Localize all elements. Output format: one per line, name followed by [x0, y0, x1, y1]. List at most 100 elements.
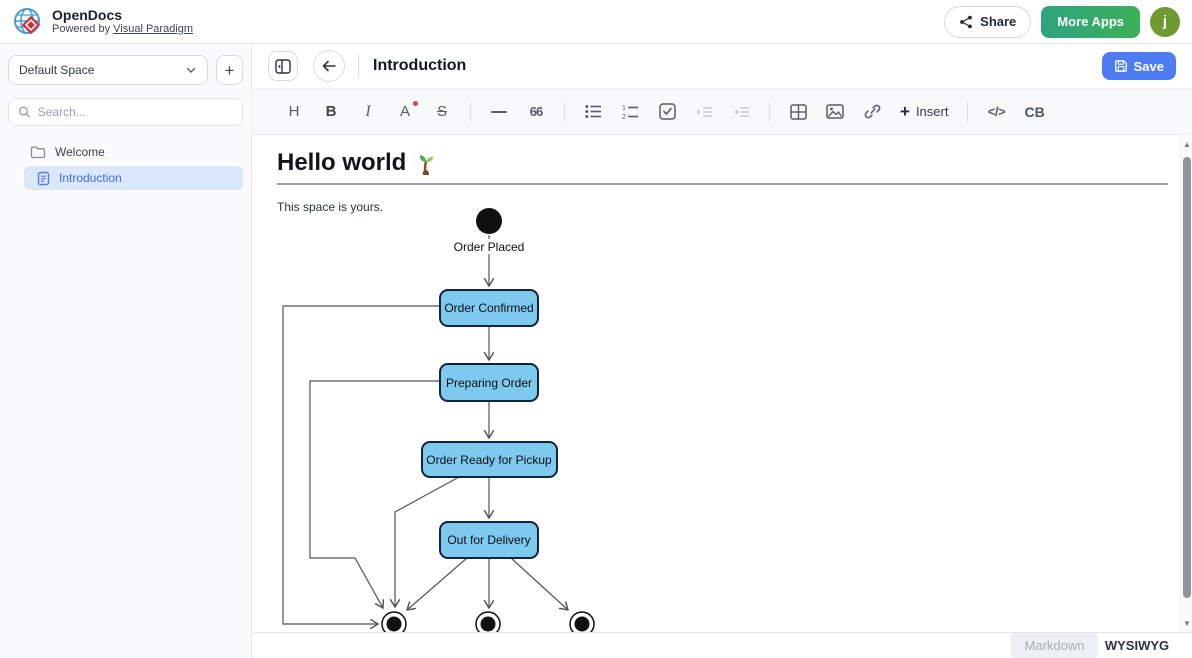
insert-button[interactable]: + Insert — [900, 102, 948, 122]
plus-icon: + — [900, 103, 910, 120]
state-diagram[interactable]: Order Placed Order Confirmed Preparing O… — [253, 205, 953, 632]
state-out-for-delivery[interactable]: Out for Delivery — [440, 522, 538, 558]
code-block-button[interactable]: CB — [1024, 102, 1044, 122]
svg-text:Preparing Order: Preparing Order — [446, 376, 532, 390]
indent-button — [695, 102, 713, 122]
outdent-icon — [733, 105, 750, 119]
toolbar-divider — [470, 102, 471, 122]
initial-state[interactable] — [476, 208, 502, 234]
visual-paradigm-logo-icon — [12, 6, 44, 38]
heading-rule — [277, 183, 1168, 185]
final-state-middle[interactable] — [476, 612, 500, 632]
font-color-button[interactable]: A — [396, 102, 414, 122]
save-button[interactable]: Save — [1102, 52, 1176, 80]
tree-item-introduction[interactable]: Introduction — [24, 166, 243, 190]
insert-label: Insert — [916, 104, 949, 119]
state-preparing-order[interactable]: Preparing Order — [440, 364, 538, 401]
initial-transition-label: Order Placed — [454, 240, 525, 254]
user-avatar[interactable]: j — [1150, 7, 1180, 37]
more-apps-button[interactable]: More Apps — [1041, 6, 1140, 38]
content-heading: Hello world — [277, 149, 1168, 177]
tree-item-label: Introduction — [59, 171, 122, 185]
main-panel: Introduction Save H B I A S 66 — [253, 44, 1192, 658]
state-order-ready-for-pickup[interactable]: Order Ready for Pickup — [422, 442, 557, 477]
share-icon — [959, 15, 973, 29]
document-header: Introduction Save — [253, 44, 1192, 88]
inline-code-button[interactable]: </> — [987, 102, 1005, 122]
table-icon — [790, 104, 807, 120]
task-list-button[interactable] — [658, 102, 676, 122]
toolbar-divider — [769, 102, 770, 122]
bullet-list-button[interactable] — [584, 102, 602, 122]
horizontal-rule-icon — [491, 111, 507, 113]
back-arrow-icon — [321, 59, 337, 73]
image-button[interactable] — [826, 102, 844, 122]
space-selector-value: Default Space — [19, 63, 94, 77]
svg-text:Order Confirmed: Order Confirmed — [444, 301, 533, 315]
final-state-right[interactable] — [570, 612, 594, 632]
table-button[interactable] — [789, 102, 807, 122]
scroll-up-arrow[interactable]: ▲ — [1181, 137, 1192, 151]
outdent-button — [732, 102, 750, 122]
edge-preparing-loop-to-final — [310, 381, 440, 608]
edge-out-to-final-right — [511, 558, 568, 610]
edge-out-to-final-left — [407, 558, 467, 610]
header-divider — [358, 54, 359, 78]
folder-icon — [30, 145, 46, 159]
bullet-list-icon — [585, 104, 602, 119]
tree-folder-welcome[interactable]: Welcome — [0, 142, 251, 162]
task-list-icon — [659, 103, 676, 120]
image-icon — [826, 104, 844, 119]
formatting-toolbar: H B I A S 66 1 2 — [253, 88, 1192, 135]
app-window: OpenDocs Powered by Visual Paradigm Shar… — [0, 0, 1192, 658]
editor-content[interactable]: Hello world This space is yours. — [253, 135, 1192, 632]
share-button[interactable]: Share — [944, 6, 1031, 38]
indent-icon — [696, 105, 713, 119]
blockquote-button[interactable]: 66 — [527, 102, 545, 122]
final-state-left[interactable] — [382, 612, 406, 632]
scroll-down-arrow[interactable]: ▼ — [1181, 616, 1192, 630]
save-icon — [1114, 59, 1128, 73]
back-button[interactable] — [313, 50, 345, 82]
bold-button[interactable]: B — [322, 102, 340, 122]
seedling-emoji-icon — [414, 151, 438, 175]
tree-folder-label: Welcome — [55, 145, 105, 159]
link-button[interactable] — [863, 102, 881, 122]
chevron-down-icon — [185, 64, 197, 76]
horizontal-rule-button[interactable] — [490, 102, 508, 122]
page-tree: Welcome Introduction — [0, 142, 251, 190]
editor-mode-bar: Markdown WYSIWYG — [253, 632, 1192, 658]
visual-paradigm-link[interactable]: Visual Paradigm — [113, 23, 193, 35]
markdown-mode-button[interactable]: Markdown — [1011, 633, 1098, 658]
edge-confirmed-loop-to-final — [283, 306, 440, 624]
top-header: OpenDocs Powered by Visual Paradigm Shar… — [0, 0, 1192, 44]
svg-text:Order Ready for Pickup: Order Ready for Pickup — [426, 453, 552, 467]
numbered-list-button[interactable]: 1 2 — [621, 102, 639, 122]
search-input[interactable] — [38, 105, 233, 119]
page-title: Introduction — [373, 57, 466, 75]
toggle-sidebar-button[interactable] — [268, 51, 298, 81]
scrollbar-thumb[interactable] — [1183, 157, 1191, 598]
share-label: Share — [980, 14, 1016, 29]
wysiwyg-mode-button[interactable]: WYSIWYG — [1098, 633, 1176, 658]
svg-text:Out for Delivery: Out for Delivery — [447, 533, 530, 547]
vertical-scrollbar[interactable]: ▲ ▼ — [1180, 135, 1192, 632]
sidebar-toggle-icon — [275, 59, 291, 74]
svg-text:1: 1 — [622, 105, 626, 112]
heading-button[interactable]: H — [285, 102, 303, 122]
state-order-confirmed[interactable]: Order Confirmed — [440, 290, 538, 326]
link-icon — [864, 103, 881, 120]
app-title: OpenDocs — [52, 7, 193, 23]
toolbar-divider — [967, 102, 968, 122]
color-dot — [413, 101, 418, 106]
space-selector[interactable]: Default Space — [8, 55, 208, 85]
toolbar-divider — [564, 102, 565, 122]
brand: OpenDocs Powered by Visual Paradigm — [12, 6, 193, 38]
italic-button[interactable]: I — [359, 102, 377, 122]
powered-by: Powered by Visual Paradigm — [52, 23, 193, 36]
strikethrough-button[interactable]: S — [433, 102, 451, 122]
svg-text:2: 2 — [622, 114, 626, 120]
add-space-button[interactable]: + — [216, 55, 243, 85]
numbered-list-icon: 1 2 — [622, 104, 639, 120]
search-box — [8, 98, 243, 126]
